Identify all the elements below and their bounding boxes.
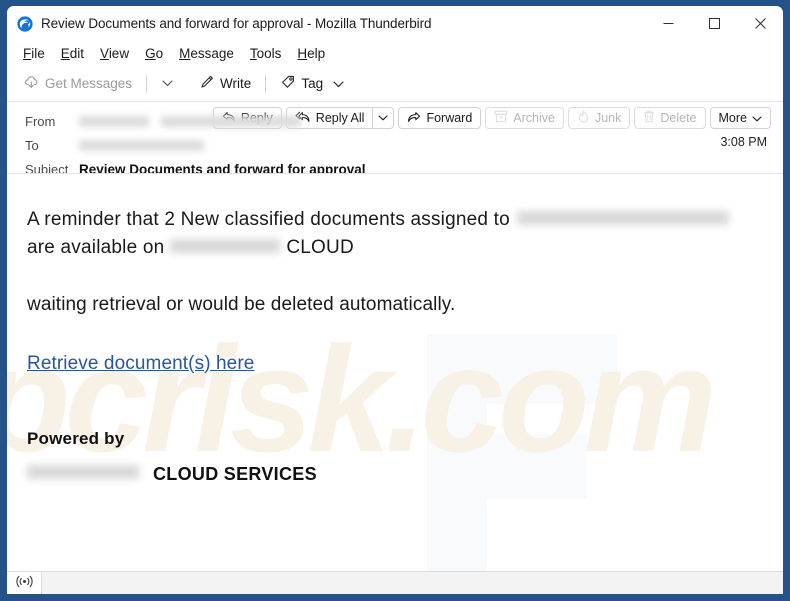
broadcast-antenna-icon xyxy=(15,575,33,593)
menu-go-label: o xyxy=(155,46,164,61)
retrieve-link-container: Retrieve document(s) here xyxy=(27,353,761,375)
more-chevron-down-icon xyxy=(752,111,762,125)
cloud-download-icon xyxy=(24,74,40,93)
message-body-pane: pcrisk.com A reminder that 2 New classif… xyxy=(7,173,783,571)
junk-button[interactable]: Junk xyxy=(567,107,631,129)
menu-bar: File Edit View Go Message Tools Help xyxy=(7,41,783,66)
menu-help-label: elp xyxy=(307,46,326,61)
menu-edit[interactable]: Edit xyxy=(53,44,92,63)
minimize-icon[interactable] xyxy=(645,6,691,41)
junk-flame-icon xyxy=(577,110,590,126)
body-paragraph-1-line1: A reminder that 2 New classified documen… xyxy=(27,206,747,234)
header-row-to: To xyxy=(7,133,783,157)
toolbar-divider-2 xyxy=(265,74,267,93)
window-controls xyxy=(645,6,783,41)
body-paragraph-1-text-c: CLOUD xyxy=(286,236,354,258)
recipient-redacted xyxy=(517,210,730,225)
menu-view-label: iew xyxy=(108,46,130,61)
footer-brand-redacted xyxy=(27,465,139,480)
tag-chevron-down-icon[interactable] xyxy=(333,76,344,91)
menu-tools[interactable]: Tools xyxy=(242,44,290,63)
reply-all-split-button: Reply All xyxy=(285,107,395,129)
status-bar xyxy=(7,571,783,594)
menu-file-label: ile xyxy=(31,46,45,61)
title-bar: Review Documents and forward for approva… xyxy=(7,6,783,41)
junk-label: Junk xyxy=(594,111,622,125)
menu-edit-label: dit xyxy=(69,46,85,61)
cloud-services-label: CLOUD SERVICES xyxy=(153,463,317,484)
get-messages-label: Get Messages xyxy=(45,76,133,91)
tag-label: Tag xyxy=(301,76,324,91)
from-value-redacted-name xyxy=(79,115,149,127)
main-toolbar: Get Messages Write Tag xyxy=(7,66,783,101)
close-icon[interactable] xyxy=(737,6,783,41)
body-paragraph-2: waiting retrieval or would be deleted au… xyxy=(27,294,456,316)
menu-message[interactable]: Message xyxy=(171,44,242,63)
message-timestamp: 3:08 PM xyxy=(720,135,767,149)
forward-button[interactable]: Forward xyxy=(398,107,482,129)
more-button[interactable]: More xyxy=(709,107,771,129)
write-button[interactable]: Write xyxy=(192,71,258,96)
pencil-icon xyxy=(199,74,215,93)
body-paragraph-1-text-b: are available on xyxy=(27,236,165,258)
tag-button[interactable]: Tag xyxy=(273,71,351,96)
maximize-icon[interactable] xyxy=(691,6,737,41)
write-label: Write xyxy=(220,76,252,91)
delete-label: Delete xyxy=(660,111,697,125)
archive-button[interactable]: Archive xyxy=(485,107,564,129)
forward-label: Forward xyxy=(426,111,473,125)
tag-icon xyxy=(280,74,296,93)
brand-redacted xyxy=(170,238,281,253)
menu-file[interactable]: File xyxy=(15,44,53,63)
menu-tools-label: ools xyxy=(256,46,282,61)
to-value-redacted xyxy=(79,139,204,151)
toolbar-divider-1 xyxy=(146,74,148,93)
body-paragraph-1: A reminder that 2 New classified documen… xyxy=(27,206,747,261)
thunderbird-window: Review Documents and forward for approva… xyxy=(0,0,790,601)
get-messages-button[interactable]: Get Messages xyxy=(17,71,139,96)
body-footer: Powered by CLOUD SERVICES xyxy=(27,429,761,485)
forward-arrow-icon xyxy=(407,111,421,126)
to-label: To xyxy=(25,137,39,153)
menu-go[interactable]: Go xyxy=(137,44,171,63)
retrieve-documents-link[interactable]: Retrieve document(s) here xyxy=(27,353,254,374)
window-client-area: Review Documents and forward for approva… xyxy=(7,6,783,594)
menu-message-label: essage xyxy=(190,46,234,61)
reply-all-chevron-down-icon[interactable] xyxy=(373,108,393,128)
connection-status[interactable] xyxy=(7,572,42,594)
message-header-pane: Reply Reply All xyxy=(7,101,783,177)
archive-box-icon xyxy=(494,110,508,126)
message-body-content: A reminder that 2 New classified documen… xyxy=(7,174,783,485)
from-label: From xyxy=(25,113,56,129)
trash-icon xyxy=(643,110,655,126)
from-value-redacted-address xyxy=(161,115,301,127)
window-title: Review Documents and forward for approva… xyxy=(41,16,432,31)
body-paragraph-1-text-a: A reminder that 2 New classified documen… xyxy=(27,209,510,230)
get-messages-chevron-down-icon[interactable] xyxy=(154,76,180,91)
menu-help[interactable]: Help xyxy=(289,44,333,63)
delete-button[interactable]: Delete xyxy=(634,107,706,129)
footer-brand-line: CLOUD SERVICES xyxy=(27,464,761,485)
reply-all-label: Reply All xyxy=(315,111,365,125)
thunderbird-icon xyxy=(17,15,33,32)
more-label: More xyxy=(718,111,747,125)
powered-by-label: Powered by xyxy=(27,428,125,448)
menu-view[interactable]: View xyxy=(92,44,137,63)
archive-label: Archive xyxy=(513,111,555,125)
